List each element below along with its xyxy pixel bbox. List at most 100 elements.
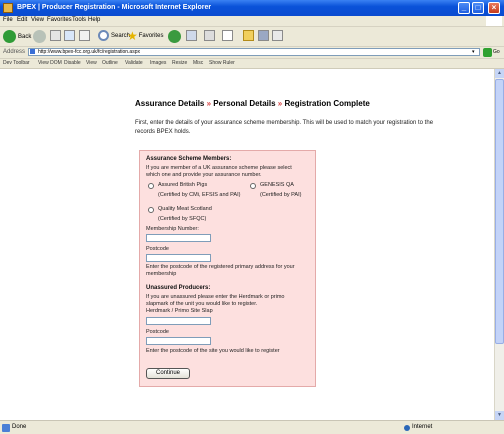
registration-steps: Assurance Details » Personal Details » R…	[135, 99, 370, 108]
internet-zone-icon	[404, 425, 410, 431]
step-assurance-details: Assurance Details	[135, 99, 205, 108]
windows-flag-icon	[486, 16, 502, 26]
scheme-abp-radio[interactable]	[148, 183, 154, 189]
forward-arrow-icon	[33, 30, 46, 43]
back-button[interactable]: Back	[3, 30, 31, 43]
history-icon	[168, 30, 181, 43]
security-zone: Internet	[412, 424, 433, 430]
menu-tools[interactable]: Tools	[72, 17, 86, 23]
status-text: Done	[12, 424, 27, 430]
site-postcode-input[interactable]	[146, 337, 211, 345]
address-bar: Address http://www.bpex-fcc.org.uk/fc/re…	[0, 47, 504, 59]
step-personal-details: Personal Details	[213, 99, 276, 108]
favorites-label: Favorites	[138, 33, 164, 39]
status-bar: Done Internet	[0, 420, 504, 434]
page-done-icon	[2, 424, 10, 432]
edit-icon	[222, 30, 233, 41]
scroll-up-icon[interactable]: ▲	[495, 69, 504, 78]
print-button[interactable]	[204, 30, 215, 41]
home-button[interactable]	[79, 30, 90, 41]
assured-heading: Assurance Scheme Members:	[146, 156, 232, 162]
scroll-thumb[interactable]	[495, 79, 504, 344]
postcode-help-line2: membership	[146, 271, 177, 277]
devbar-outline[interactable]: Outline	[102, 60, 118, 66]
devbar-view-dom[interactable]: View DOM	[38, 60, 62, 66]
forward-button[interactable]	[33, 30, 46, 43]
postcode-help-line1: Enter the postcode of the registered pri…	[146, 264, 295, 270]
menu-bar: File Edit View Favorites Tools Help	[0, 16, 504, 27]
menu-edit[interactable]: Edit	[17, 17, 27, 23]
toolbar: Back Search ★ Favorites	[0, 27, 504, 47]
continue-button[interactable]: Continue	[146, 368, 190, 379]
devbar-validate[interactable]: Validate	[125, 60, 143, 66]
messenger-button[interactable]	[258, 30, 269, 41]
ie-app-icon	[3, 3, 13, 13]
devbar-images[interactable]: Images	[150, 60, 166, 66]
stop-button[interactable]	[50, 30, 61, 41]
menu-file[interactable]: File	[3, 17, 13, 23]
unassured-intro-line2: slapmark of the unit you would like to r…	[146, 301, 258, 307]
go-arrow-icon[interactable]	[483, 48, 492, 57]
mail-button[interactable]	[186, 30, 197, 41]
favorites-button[interactable]: ★ Favorites	[127, 30, 163, 42]
history-button[interactable]	[168, 30, 181, 43]
devbar-misc[interactable]: Misc	[193, 60, 203, 66]
vertical-scrollbar[interactable]: ▲ ▼	[494, 69, 504, 420]
address-label: Address	[3, 49, 26, 55]
menu-favorites[interactable]: Favorites	[47, 17, 72, 23]
scheme-abp-sublabel: (Certified by CMi, EFSIS and PAI)	[158, 192, 241, 198]
intro-text: First, enter the details of your assuran…	[135, 120, 434, 135]
step-registration-complete: Registration Complete	[284, 99, 370, 108]
postcode-label: Postcode	[146, 246, 169, 252]
step-separator: »	[206, 99, 212, 108]
search-button[interactable]: Search	[98, 30, 130, 41]
back-label: Back	[18, 33, 32, 40]
edit-button[interactable]	[222, 30, 233, 41]
developer-toolbar: Dev Toolbar View DOM Disable View Outlin…	[0, 59, 504, 69]
folder-button[interactable]	[243, 30, 254, 41]
page-icon	[30, 49, 35, 54]
page-content: Assurance Details » Personal Details » R…	[0, 69, 494, 420]
devbar-disable[interactable]: Disable	[64, 60, 81, 66]
scheme-qms-label: Quality Meat Scotland	[158, 206, 212, 212]
browser-window: BPEX | Producer Registration - Microsoft…	[0, 0, 504, 434]
mail-icon	[186, 30, 197, 41]
assured-intro-line2: which one and provide your assurance num…	[146, 172, 262, 178]
scroll-down-icon[interactable]: ▼	[495, 411, 504, 420]
assured-intro-line1: If you are member of a UK assurance sche…	[146, 165, 292, 171]
address-input[interactable]: http://www.bpex-fcc.org.uk/fc/registrati…	[28, 48, 480, 56]
site-postcode-label: Postcode	[146, 329, 169, 335]
devbar-show-ruler[interactable]: Show Ruler	[209, 60, 235, 66]
window-title: BPEX | Producer Registration - Microsoft…	[17, 4, 212, 11]
unassured-heading: Unassured Producers:	[146, 285, 211, 291]
herdmark-label: Herdmark / Primo Site Slap	[146, 308, 213, 314]
postcode-input[interactable]	[146, 254, 211, 262]
menu-help[interactable]: Help	[88, 17, 100, 23]
close-button[interactable]: ×	[488, 2, 500, 14]
refresh-icon	[64, 30, 75, 41]
devbar-resize[interactable]: Resize	[172, 60, 187, 66]
stop-icon	[50, 30, 61, 41]
maximize-button[interactable]: □	[472, 2, 484, 14]
address-dropdown-icon[interactable]: ▾	[472, 49, 475, 55]
herdmark-input[interactable]	[146, 317, 211, 325]
home-icon	[79, 30, 90, 41]
refresh-button[interactable]	[64, 30, 75, 41]
title-bar: BPEX | Producer Registration - Microsoft…	[0, 0, 504, 16]
messenger-icon	[258, 30, 269, 41]
print-icon	[204, 30, 215, 41]
scheme-qms-radio[interactable]	[148, 207, 154, 213]
scheme-genesis-radio[interactable]	[250, 183, 256, 189]
research-button[interactable]	[272, 30, 283, 41]
devbar-view[interactable]: View	[86, 60, 97, 66]
minimize-button[interactable]: _	[458, 2, 470, 14]
unassured-intro-line1: If you are unassured please enter the He…	[146, 294, 285, 300]
step-separator: »	[277, 99, 283, 108]
registration-form: Assurance Scheme Members: If you are mem…	[139, 150, 316, 387]
star-icon: ★	[127, 29, 138, 43]
membership-number-input[interactable]	[146, 234, 211, 242]
scheme-abp-label: Assured British Pigs	[158, 182, 208, 188]
scheme-genesis-sublabel: (Certified by PAI)	[260, 192, 302, 198]
go-label[interactable]: Go	[493, 49, 500, 55]
menu-view[interactable]: View	[31, 17, 44, 23]
